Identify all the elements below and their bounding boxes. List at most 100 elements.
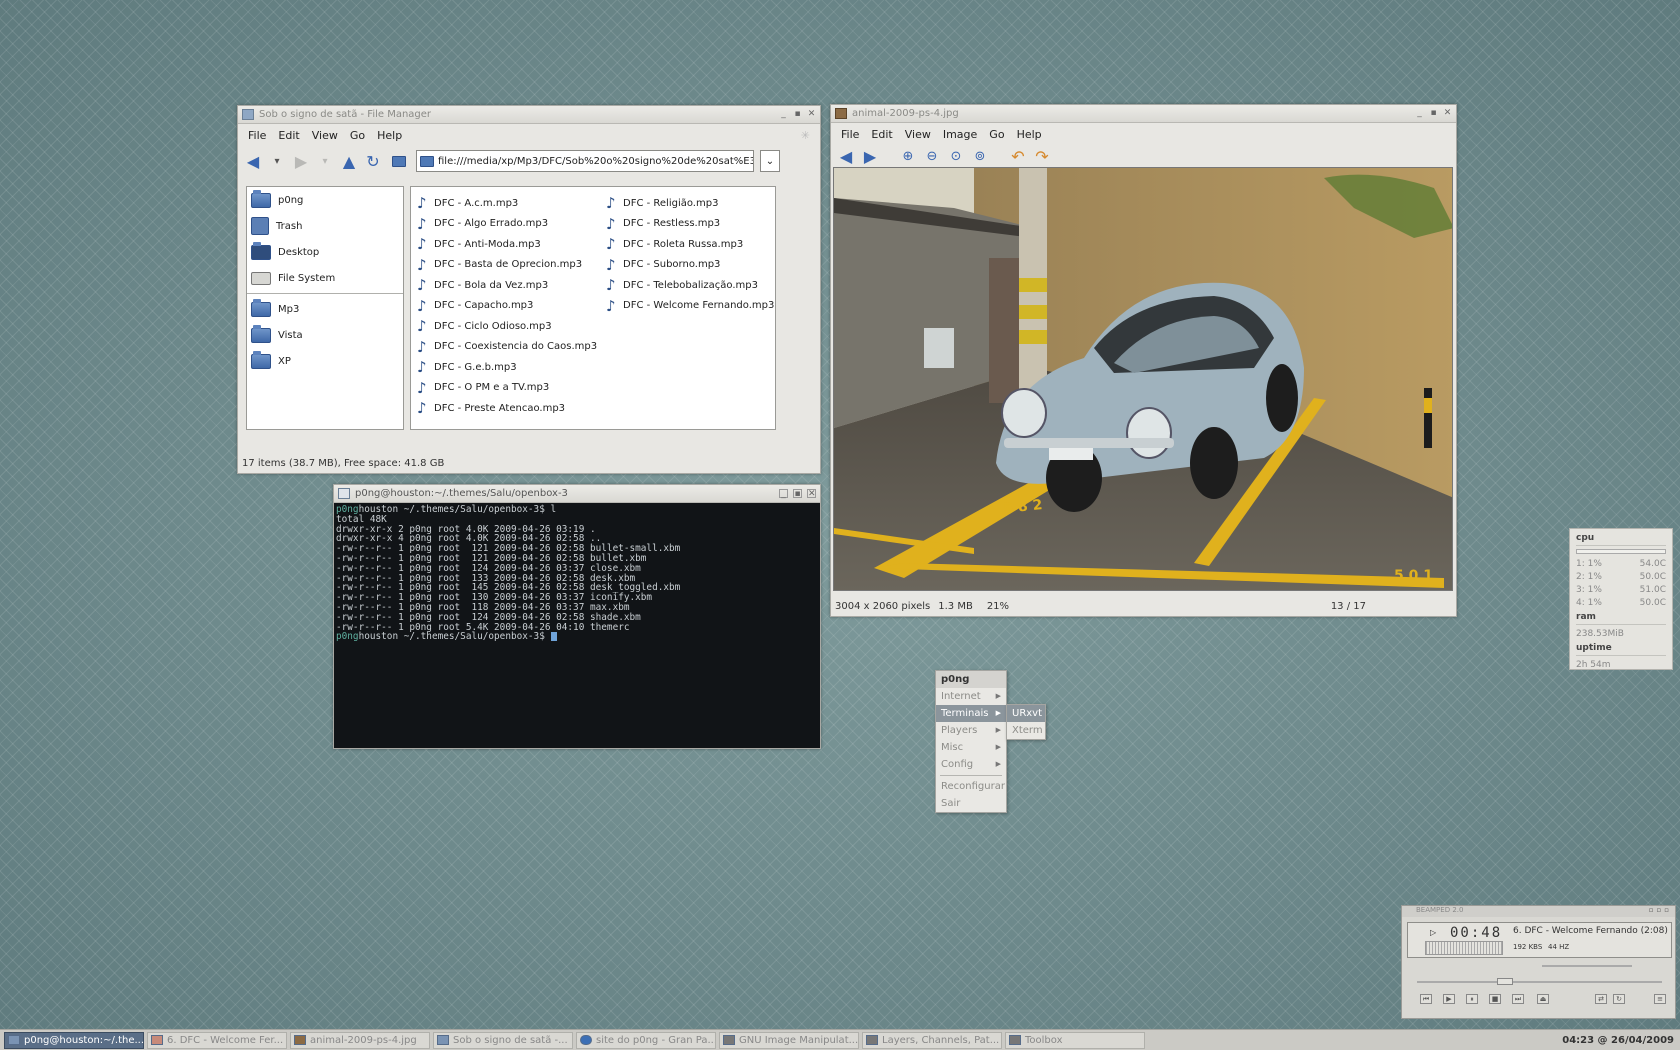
terminal-output[interactable]: p0nghouston ~/.themes/Salu/openbox-3$ l … [334, 503, 820, 748]
terminal-titlebar[interactable]: p0ng@houston:~/.themes/Salu/openbox-3 _ … [334, 485, 820, 503]
file-item[interactable]: ♪ DFC - Religião.mp3 [606, 193, 774, 214]
zoom-in-icon[interactable]: ⊕ [899, 147, 917, 165]
minimize-button[interactable]: _ [1415, 109, 1424, 118]
play-button[interactable]: ▶ [1443, 994, 1455, 1004]
image-viewer-titlebar[interactable]: animal-2009-ps-4.jpg _ ▪ ✕ [831, 105, 1456, 123]
file-item[interactable]: ♪ DFC - Basta de Oprecion.mp3 [417, 255, 597, 276]
file-item[interactable]: ♪ DFC - Welcome Fernando.mp3 [606, 296, 774, 317]
minimize-button[interactable]: _ [779, 110, 788, 119]
file-item[interactable]: ♪ DFC - Capacho.mp3 [417, 296, 597, 317]
task-gimp-layers[interactable]: Layers, Channels, Pat... [862, 1031, 1002, 1049]
sidebar-item-mp3[interactable]: Mp3 [247, 296, 403, 322]
seek-bar[interactable] [1417, 981, 1662, 983]
repeat-button[interactable]: ↻ [1613, 994, 1625, 1004]
file-item[interactable]: ♪ DFC - O PM e a TV.mp3 [417, 378, 597, 399]
file-manager-titlebar[interactable]: Sob o signo de satã - File Manager _ ▪ ✕ [238, 106, 820, 124]
rotate-right-icon[interactable]: ↷ [1033, 147, 1051, 166]
forward-history-chevron-icon[interactable]: ▾ [316, 152, 334, 170]
task-terminal[interactable]: p0ng@houston:~/.the... [4, 1031, 144, 1049]
up-arrow-icon[interactable]: ▲ [340, 152, 358, 171]
audio-file-icon: ♪ [417, 296, 427, 315]
sidebar-item-filesystem[interactable]: File System [247, 265, 403, 291]
back-history-chevron-icon[interactable]: ▾ [268, 152, 286, 170]
reload-icon[interactable]: ↻ [364, 152, 382, 171]
menu-help[interactable]: Help [373, 127, 406, 144]
zoom-out-icon[interactable]: ⊖ [923, 147, 941, 165]
file-item[interactable]: ♪ DFC - Coexistencia do Caos.mp3 [417, 337, 597, 358]
menu-item-players[interactable]: Players ▶ [936, 722, 1006, 739]
close-button[interactable]: ✕ [807, 110, 816, 119]
menu-help[interactable]: Help [1013, 126, 1046, 143]
file-item[interactable]: ♪ DFC - Roleta Russa.mp3 [606, 234, 774, 255]
menu-item-internet[interactable]: Internet ▶ [936, 688, 1006, 705]
menu-view[interactable]: View [308, 127, 342, 144]
shuffle-button[interactable]: ⇄ [1595, 994, 1607, 1004]
file-item[interactable]: ♪ DFC - Restless.mp3 [606, 214, 774, 235]
menu-go[interactable]: Go [346, 127, 369, 144]
file-item[interactable]: ♪ DFC - Bola da Vez.mp3 [417, 275, 597, 296]
sidebar-item-desktop[interactable]: Desktop [247, 239, 403, 265]
pause-button[interactable]: ⏸ [1466, 994, 1478, 1004]
task-browser[interactable]: site do p0ng - Gran Pa... [576, 1031, 716, 1049]
menu-item-xterm[interactable]: Xterm [1007, 722, 1045, 739]
file-item[interactable]: ♪ DFC - A.c.m.mp3 [417, 193, 597, 214]
rotate-left-icon[interactable]: ↶ [1009, 147, 1027, 166]
menu-item-terminais[interactable]: Terminais ▶ [936, 705, 1006, 722]
menu-item-urxvt[interactable]: URxvt [1007, 705, 1045, 722]
volume-slider[interactable] [1542, 965, 1632, 967]
menu-edit[interactable]: Edit [867, 126, 896, 143]
zoom-fit-icon[interactable]: ⊚ [971, 147, 989, 165]
location-dropdown-button[interactable]: ⌄ [760, 150, 780, 172]
menu-item-reconfigurar[interactable]: Reconfigurar [936, 778, 1006, 795]
task-gimp-toolbox[interactable]: Toolbox [1005, 1031, 1145, 1049]
file-item[interactable]: ♪ DFC - Algo Errado.mp3 [417, 214, 597, 235]
sidebar-item-xp[interactable]: XP [247, 348, 403, 374]
playlist-button[interactable]: ≡ [1654, 994, 1666, 1004]
menu-item-config[interactable]: Config ▶ [936, 756, 1006, 773]
menu-image[interactable]: Image [939, 126, 981, 143]
forward-arrow-icon[interactable]: ▶ [292, 152, 310, 171]
task-image-viewer[interactable]: animal-2009-ps-4.jpg [290, 1031, 430, 1049]
previous-image-icon[interactable]: ◀ [837, 147, 855, 166]
menu-item-misc[interactable]: Misc ▶ [936, 739, 1006, 756]
close-button[interactable]: ✕ [1443, 109, 1452, 118]
menu-file[interactable]: File [244, 127, 270, 144]
zoom-normal-icon[interactable]: ⊙ [947, 147, 965, 165]
maximize-button[interactable]: ▪ [793, 489, 802, 499]
sidebar-item-vista[interactable]: Vista [247, 322, 403, 348]
menu-go[interactable]: Go [985, 126, 1008, 143]
file-item[interactable]: ♪ DFC - Anti-Moda.mp3 [417, 234, 597, 255]
stop-button[interactable]: ■ [1489, 994, 1501, 1004]
location-input[interactable]: file:///media/xp/Mp3/DFC/Sob%20o%20signo… [416, 150, 754, 172]
sidebar-item-home[interactable]: p0ng [247, 187, 403, 213]
previous-track-button[interactable]: ⏮ [1420, 994, 1432, 1004]
task-gimp[interactable]: GNU Image Manipulat... [719, 1031, 859, 1049]
audio-file-icon: ♪ [417, 235, 427, 254]
menu-file[interactable]: File [837, 126, 863, 143]
file-item[interactable]: ♪ DFC - G.e.b.mp3 [417, 357, 597, 378]
seek-handle[interactable] [1497, 978, 1513, 985]
next-track-button[interactable]: ⏭ [1512, 994, 1524, 1004]
menu-view[interactable]: View [901, 126, 935, 143]
file-item[interactable]: ♪ DFC - Telebobalização.mp3 [606, 275, 774, 296]
minimize-button[interactable]: _ [779, 489, 788, 499]
photo-canvas[interactable]: 5 8 2 5 0 1 [833, 167, 1453, 591]
menu-edit[interactable]: Edit [274, 127, 303, 144]
task-file-manager[interactable]: Sob o signo de satã -... [433, 1031, 573, 1049]
sidebar-item-trash[interactable]: Trash [247, 213, 403, 239]
next-image-icon[interactable]: ▶ [861, 147, 879, 166]
file-item[interactable]: ♪ DFC - Preste Atencao.mp3 [417, 398, 597, 419]
player-titlebar[interactable]: BEAMPED 2.0 ▫▫▫ [1402, 906, 1675, 917]
home-folder-icon[interactable] [388, 152, 410, 170]
eject-button[interactable]: ⏏ [1537, 994, 1549, 1004]
menu-item-sair[interactable]: Sair [936, 795, 1006, 812]
maximize-button[interactable]: ▪ [1429, 109, 1438, 118]
file-item[interactable]: ♪ DFC - Suborno.mp3 [606, 255, 774, 276]
gimp-icon [723, 1035, 735, 1045]
maximize-button[interactable]: ▪ [793, 110, 802, 119]
close-button[interactable]: ✕ [807, 489, 816, 499]
back-arrow-icon[interactable]: ◀ [244, 152, 262, 171]
player-window-buttons[interactable]: ▫▫▫ [1649, 906, 1672, 914]
file-item[interactable]: ♪ DFC - Ciclo Odioso.mp3 [417, 316, 597, 337]
task-audio-player[interactable]: 6. DFC - Welcome Fer... [147, 1031, 287, 1049]
